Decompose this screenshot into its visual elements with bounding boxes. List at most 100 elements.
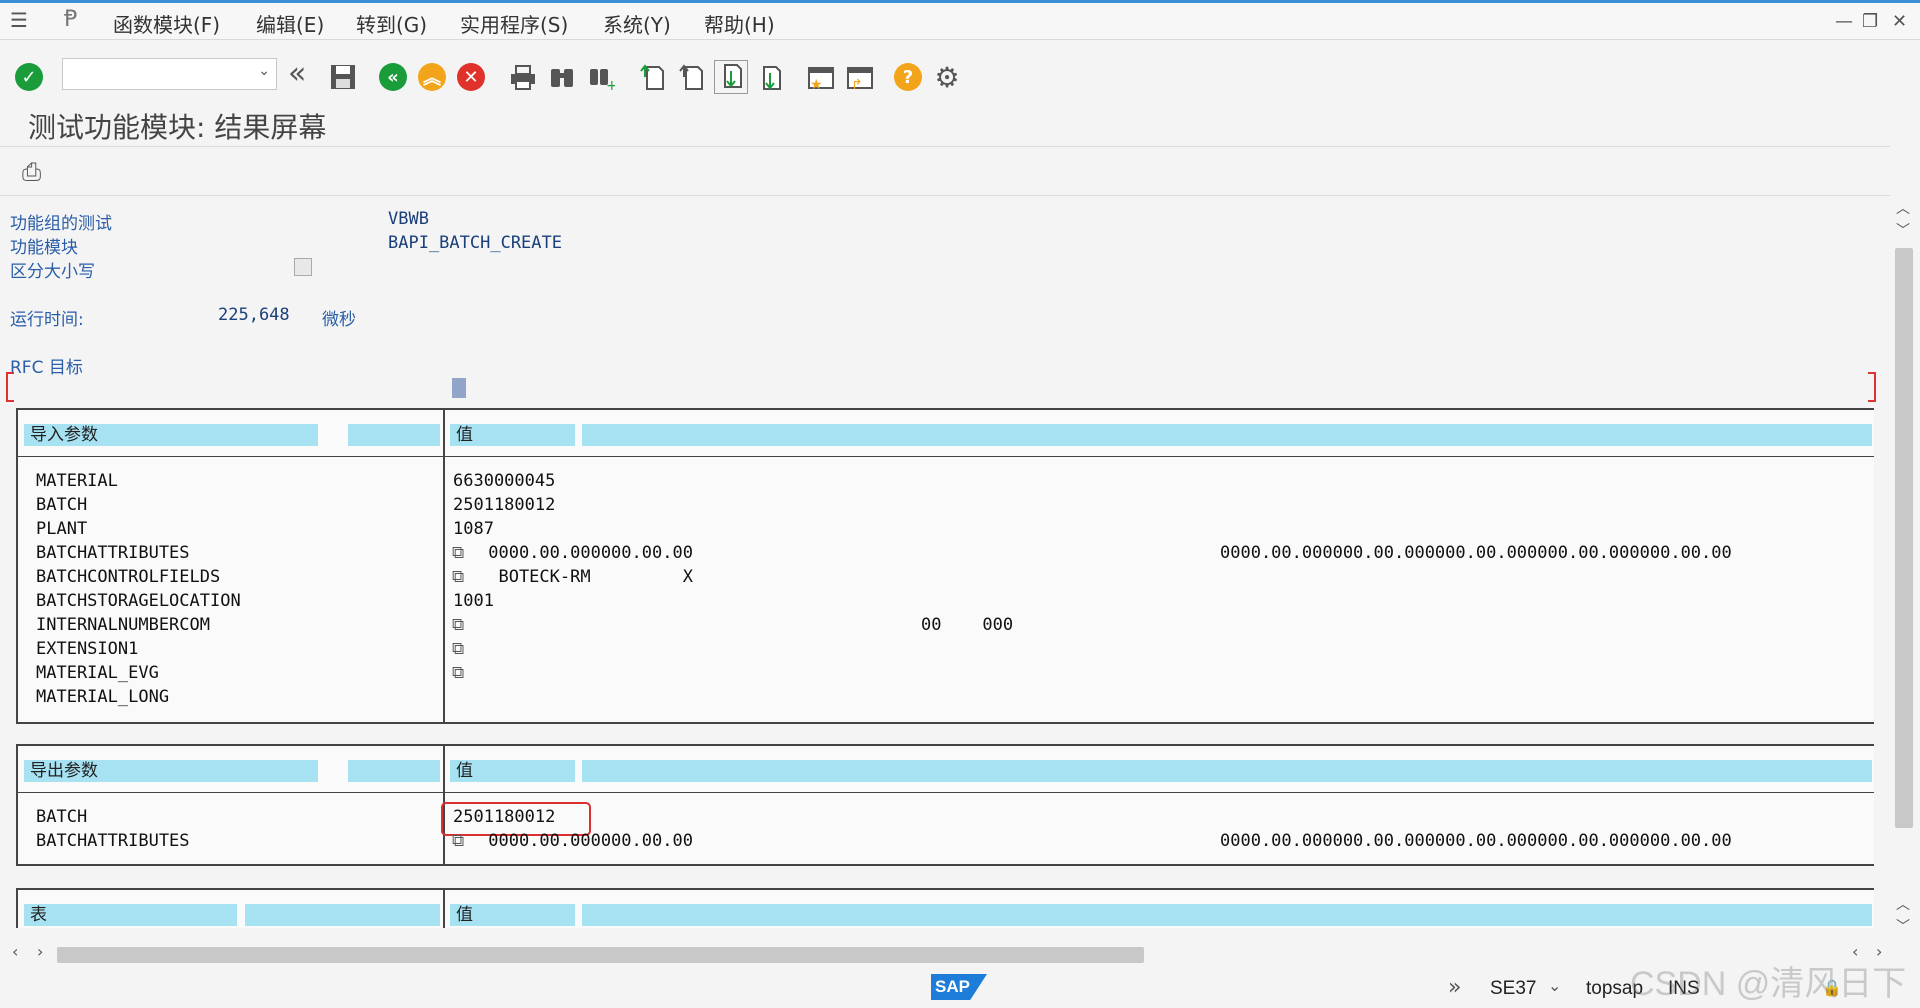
next-page-button[interactable] <box>714 60 748 94</box>
print-button[interactable] <box>506 60 540 94</box>
menu-edit[interactable]: 编辑(E) <box>256 9 324 38</box>
import-row-value[interactable]: 2501180012 <box>453 495 555 515</box>
import-row-value[interactable]: 6630000045 <box>453 471 555 491</box>
runtime-value: 225,648 <box>218 305 290 325</box>
menu-function-module[interactable]: 函数模块(F) <box>113 9 220 38</box>
cancel-button[interactable]: ✕ <box>454 60 488 94</box>
scroll-up-icon[interactable]: ︿ <box>1896 894 1910 914</box>
binoculars-icon <box>551 69 573 87</box>
menu-utilities[interactable]: 实用程序(S) <box>460 9 568 38</box>
last-page-icon <box>763 66 781 90</box>
back-icon: « <box>379 63 407 91</box>
sap-layout-icon[interactable]: Ᵽ <box>64 7 77 32</box>
import-row-name: BATCH <box>36 495 88 515</box>
group-test-value: VBWB <box>388 209 429 229</box>
menu-goto[interactable]: 转到(G) <box>356 9 427 38</box>
structure-icon[interactable]: ⧉ <box>452 639 464 659</box>
function-module-label: 功能模块 <box>10 238 78 258</box>
sap-logo: SAP <box>931 974 987 1000</box>
find-next-button[interactable]: + <box>584 60 618 94</box>
debug-icon[interactable]: ⎙ <box>22 158 41 186</box>
restore-icon[interactable]: ❐ <box>1862 11 1878 32</box>
shortcut-button[interactable]: ↱ <box>843 60 877 94</box>
last-page-button[interactable] <box>753 60 787 94</box>
command-field[interactable]: ⌄ <box>62 58 277 90</box>
exit-icon: ︽ <box>418 63 446 91</box>
enter-button[interactable]: ✓ <box>12 60 46 94</box>
transaction-code: SE37 <box>1490 978 1537 999</box>
menu-help[interactable]: 帮助(H) <box>704 9 775 38</box>
import-row-value: 0000.00.000000.00.00 <box>478 543 693 563</box>
rfc-target-label: RFC 目标 <box>10 358 83 378</box>
export-header-value-ext <box>582 760 1872 782</box>
sap-menu-icon[interactable]: ☰ <box>10 8 28 32</box>
case-sensitive-checkbox[interactable] <box>294 258 312 276</box>
create-session-button[interactable]: ★ <box>804 60 838 94</box>
find-button[interactable] <box>545 60 579 94</box>
scroll-right-icon[interactable]: › <box>37 942 43 961</box>
watermark: CSDN @清风日下 <box>1630 965 1907 1003</box>
vertical-scrollbar-thumb[interactable] <box>1895 248 1913 828</box>
exit-button[interactable]: ︽ <box>415 60 449 94</box>
menu-bar: ☰ Ᵽ 函数模块(F) 编辑(E) 转到(G) 实用程序(S) 系统(Y) 帮助… <box>0 0 1920 40</box>
scroll-down-icon[interactable]: ﹀ <box>1896 220 1910 240</box>
import-header-line <box>18 456 1874 457</box>
import-row-name: BATCHATTRIBUTES <box>36 543 190 563</box>
structure-icon[interactable]: ⧉ <box>452 831 464 851</box>
new-session-icon: ★ <box>808 67 834 91</box>
import-row-name: MATERIAL_LONG <box>36 687 170 707</box>
import-row-value-ext: 0000.00.000000.00.000000.00.000000.00.00… <box>1220 543 1732 563</box>
shortcut-icon: ↱ <box>847 67 873 91</box>
chevron-down-icon[interactable]: ⌄ <box>1548 976 1561 995</box>
function-module-value: BAPI_BATCH_CREATE <box>388 233 562 253</box>
structure-icon[interactable]: ⧉ <box>452 543 464 563</box>
import-row-name: BATCHSTORAGELOCATION <box>36 591 241 611</box>
menu-system[interactable]: 系统(Y) <box>603 9 671 38</box>
status-expand-icon[interactable]: » <box>1448 975 1461 1000</box>
save-icon <box>331 65 355 89</box>
export-header-name: 导出参数 <box>24 760 318 782</box>
tables-header-blank <box>245 904 440 926</box>
scroll-left-icon[interactable]: ‹ <box>12 942 18 961</box>
tables-table-divider <box>443 888 445 928</box>
scroll-up-icon[interactable]: ︿ <box>1896 198 1910 218</box>
back-button[interactable]: « <box>376 60 410 94</box>
export-row-value: 0000.00.000000.00.00 <box>478 831 693 851</box>
import-row-name: EXTENSION1 <box>36 639 139 659</box>
structure-icon[interactable]: ⧉ <box>452 615 464 635</box>
help-button[interactable]: ? <box>891 60 925 94</box>
horizontal-scrollbar-thumb[interactable] <box>57 947 1144 963</box>
previous-page-button[interactable] <box>675 60 709 94</box>
export-header-blank <box>348 760 440 782</box>
cancel-icon: ✕ <box>457 63 485 91</box>
collapse-command-icon[interactable]: « <box>288 56 306 91</box>
export-row-name: BATCH <box>36 807 88 827</box>
import-header-value-ext <box>582 424 1872 446</box>
chevron-down-icon[interactable]: ⌄ <box>258 63 270 79</box>
rfc-target-field[interactable] <box>452 378 466 398</box>
first-page-button[interactable] <box>636 60 670 94</box>
save-button[interactable] <box>326 60 360 94</box>
import-row-value[interactable]: 1087 <box>453 519 494 539</box>
structure-icon[interactable]: ⧉ <box>452 567 464 587</box>
svg-text:↱: ↱ <box>851 77 863 91</box>
import-row-name: BATCHCONTROLFIELDS <box>36 567 221 587</box>
import-row-name: MATERIAL <box>36 471 118 491</box>
print-icon <box>511 65 535 90</box>
import-row-value[interactable]: 1001 <box>453 591 494 611</box>
help-icon: ? <box>894 63 922 91</box>
tables-header-value: 值 <box>450 904 575 926</box>
first-page-icon <box>640 64 664 90</box>
find-next-icon: + <box>590 69 615 91</box>
structure-icon[interactable]: ⧉ <box>452 663 464 683</box>
gear-icon: ⚙ <box>934 60 960 94</box>
title-divider <box>0 146 1890 147</box>
minimize-icon[interactable]: — <box>1835 11 1853 32</box>
import-header-blank <box>348 424 440 446</box>
settings-button[interactable]: ⚙ <box>930 60 964 94</box>
group-test-label: 功能组的测试 <box>10 214 112 234</box>
selection-corner-left <box>6 372 14 402</box>
page-title: 测试功能模块: 结果屏幕 <box>28 111 327 144</box>
scroll-down-icon[interactable]: ﹀ <box>1896 916 1910 936</box>
close-icon[interactable]: ✕ <box>1892 11 1907 32</box>
